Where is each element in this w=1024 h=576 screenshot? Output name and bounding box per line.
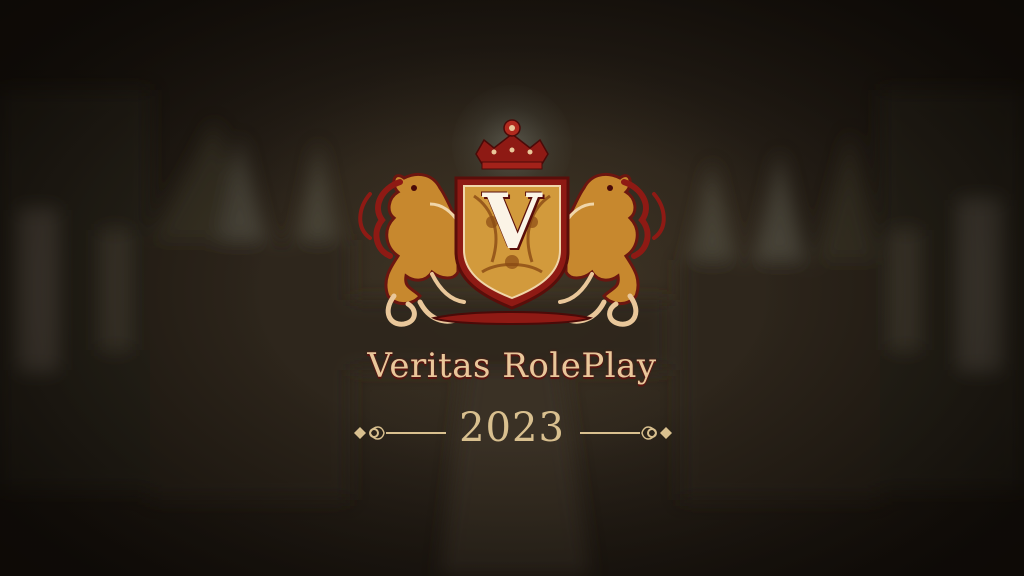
year-row: 2023 — [0, 405, 1024, 461]
splash-screen: V Veritas RolePlay 2023 — [0, 0, 1024, 576]
crown-icon — [475, 119, 549, 170]
year-label: 2023 — [459, 405, 565, 451]
server-title: Veritas RolePlay — [367, 346, 657, 386]
monogram-letter: V — [482, 177, 542, 266]
right-lion — [558, 172, 666, 327]
left-lion — [358, 172, 466, 327]
flourish-right-icon — [580, 426, 672, 440]
